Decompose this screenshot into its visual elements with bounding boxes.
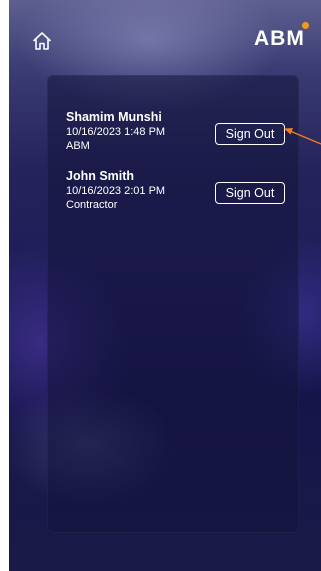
home-icon: [33, 32, 51, 50]
home-button[interactable]: [31, 30, 53, 52]
sign-out-button[interactable]: Sign Out: [215, 123, 285, 145]
logo-text: ABM: [254, 27, 305, 50]
signed-in-list-panel: Shamim Munshi 10/16/2023 1:48 PM ABM Sig…: [47, 75, 299, 533]
app-screen: ABM Shamim Munshi 10/16/2023 1:48 PM ABM…: [9, 0, 321, 571]
sign-out-button[interactable]: Sign Out: [215, 182, 285, 204]
logo-accent-dot: [302, 22, 309, 29]
list-item: Shamim Munshi 10/16/2023 1:48 PM ABM Sig…: [66, 110, 296, 153]
annotation-arrow-icon: [284, 128, 321, 145]
list-item: John Smith 10/16/2023 2:01 PM Contractor…: [66, 169, 296, 212]
abm-logo: ABM: [254, 22, 320, 51]
